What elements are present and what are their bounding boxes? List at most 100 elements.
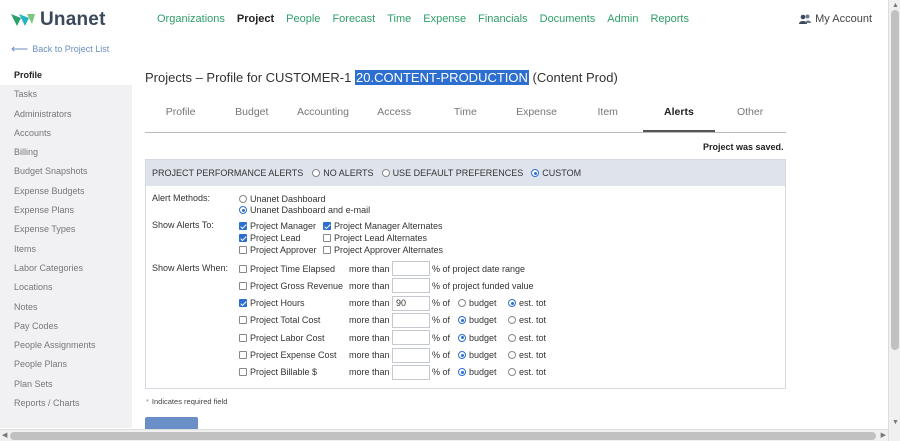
basis-est-option[interactable]: est. tot [508,367,558,377]
condition-checkbox[interactable] [239,316,247,325]
basis-est-option[interactable]: est. tot [508,333,558,343]
tab-item[interactable]: Item [572,95,643,132]
sidebar-item-billing[interactable]: Billing [0,143,132,162]
recipient-checkbox[interactable] [323,222,331,230]
threshold-input[interactable] [392,347,430,363]
condition-checkbox[interactable] [239,351,247,359]
sidebar-item-labor-categories[interactable]: Labor Categories [0,259,132,278]
tab-access[interactable]: Access [359,95,430,132]
threshold-input[interactable] [392,278,430,294]
scroll-left-icon[interactable]: ◀ [2,431,7,441]
sidebar-item-profile[interactable]: Profile [0,66,132,86]
scroll-right-icon[interactable]: ▶ [881,431,886,441]
alert-mode-radio[interactable] [312,169,321,177]
alert-mode-radio[interactable] [381,169,390,177]
nav-item-people[interactable]: People [286,13,320,25]
basis-est-radio[interactable] [508,299,516,308]
alert-method-unanet-dashboard-and-e-mail[interactable]: Unanet Dashboard and e-mail [239,205,370,215]
condition-checkbox[interactable] [239,368,247,377]
sidebar-item-people-plans[interactable]: People Plans [0,355,132,374]
sidebar-item-expense-plans[interactable]: Expense Plans [0,201,132,220]
basis-est-radio[interactable] [508,368,516,377]
recipient-project-approver-alternates[interactable]: Project Approver Alternates [323,245,443,255]
nav-item-documents[interactable]: Documents [540,13,596,25]
recipient-project-manager-alternates[interactable]: Project Manager Alternates [323,221,443,231]
alert-mode-custom[interactable]: CUSTOM [531,168,581,178]
condition-checkbox[interactable] [239,281,247,290]
alert-mode-use-default-preferences[interactable]: USE DEFAULT PREFERENCES [381,168,523,178]
alert-method-radio[interactable] [239,195,247,203]
sidebar-item-people-assignments[interactable]: People Assignments [0,336,132,355]
threshold-input[interactable] [392,364,430,380]
sidebar-item-locations[interactable]: Locations [0,278,132,297]
recipient-project-lead[interactable]: Project Lead [239,233,301,243]
threshold-input[interactable]: 90 [392,295,430,311]
sidebar-item-accounts[interactable]: Accounts [0,124,132,143]
horizontal-scroll-thumb[interactable] [10,432,876,440]
basis-budget-option[interactable]: budget [458,315,508,325]
vertical-scroll-thumb[interactable] [891,10,899,350]
basis-est-option[interactable]: est. tot [508,315,558,325]
tab-time[interactable]: Time [430,95,501,132]
recipient-checkbox[interactable] [239,234,247,242]
recipient-checkbox[interactable] [239,222,247,230]
scroll-down-icon[interactable]: ▼ [892,418,899,428]
tab-accounting[interactable]: Accounting [287,95,358,132]
basis-est-radio[interactable] [508,333,516,342]
basis-est-option[interactable]: est. tot [508,350,558,360]
tab-expense[interactable]: Expense [501,95,572,132]
alert-method-unanet-dashboard[interactable]: Unanet Dashboard [239,194,326,204]
recipient-checkbox[interactable] [323,246,331,254]
threshold-input[interactable] [392,330,430,346]
sidebar-item-expense-budgets[interactable]: Expense Budgets [0,182,132,201]
sidebar-item-notes[interactable]: Notes [0,298,132,317]
recipient-checkbox[interactable] [323,234,331,242]
nav-item-reports[interactable]: Reports [650,13,689,25]
recipient-project-manager[interactable]: Project Manager [239,221,316,231]
condition-checkbox[interactable] [239,299,247,308]
basis-budget-radio[interactable] [458,351,466,359]
alert-mode-no-alerts[interactable]: NO ALERTS [312,168,374,178]
sidebar-item-budget-snapshots[interactable]: Budget Snapshots [0,162,132,181]
nav-item-project[interactable]: Project [237,13,274,25]
horizontal-scrollbar[interactable]: ◀ ▶ [0,429,888,441]
threshold-input[interactable] [392,312,430,328]
vertical-scrollbar[interactable]: ▲ ▼ [888,0,900,441]
condition-project-time-elapsed[interactable]: Project Time Elapsed [239,264,349,274]
tab-profile[interactable]: Profile [145,95,216,132]
alert-mode-radio[interactable] [531,169,540,177]
basis-budget-radio[interactable] [458,368,466,377]
my-account-link[interactable]: My Account [799,13,872,25]
basis-est-radio[interactable] [508,316,516,325]
nav-item-organizations[interactable]: Organizations [157,13,225,25]
condition-project-hours[interactable]: Project Hours [239,298,349,308]
basis-est-radio[interactable] [508,351,516,359]
recipient-project-approver[interactable]: Project Approver [239,245,317,255]
threshold-input[interactable] [392,261,430,276]
condition-project-labor-cost[interactable]: Project Labor Cost [239,333,349,343]
sidebar-item-administrators[interactable]: Administrators [0,105,132,124]
basis-budget-radio[interactable] [458,299,466,308]
unanet-logo[interactable]: Unanet [10,9,106,31]
condition-project-total-cost[interactable]: Project Total Cost [239,315,349,325]
condition-project-billable[interactable]: Project Billable $ [239,367,349,377]
basis-budget-option[interactable]: budget [458,298,508,308]
sidebar-item-pay-codes[interactable]: Pay Codes [0,317,132,336]
back-to-project-list-link[interactable]: ⟵ Back to Project List [11,42,109,56]
condition-checkbox[interactable] [239,333,247,342]
sidebar-item-tasks[interactable]: Tasks [0,85,132,104]
condition-project-expense-cost[interactable]: Project Expense Cost [239,350,349,360]
nav-item-forecast[interactable]: Forecast [332,13,375,25]
basis-budget-option[interactable]: budget [458,333,508,343]
sidebar-item-plan-sets[interactable]: Plan Sets [0,375,132,394]
alert-method-radio[interactable] [239,206,247,214]
sidebar-item-reports-charts[interactable]: Reports / Charts [0,394,132,413]
save-button[interactable] [145,417,198,429]
basis-budget-radio[interactable] [458,316,466,325]
tab-budget[interactable]: Budget [216,95,287,132]
recipient-project-lead-alternates[interactable]: Project Lead Alternates [323,233,427,243]
nav-item-time[interactable]: Time [387,13,411,25]
recipient-checkbox[interactable] [239,246,247,254]
basis-budget-option[interactable]: budget [458,367,508,377]
nav-item-expense[interactable]: Expense [423,13,466,25]
